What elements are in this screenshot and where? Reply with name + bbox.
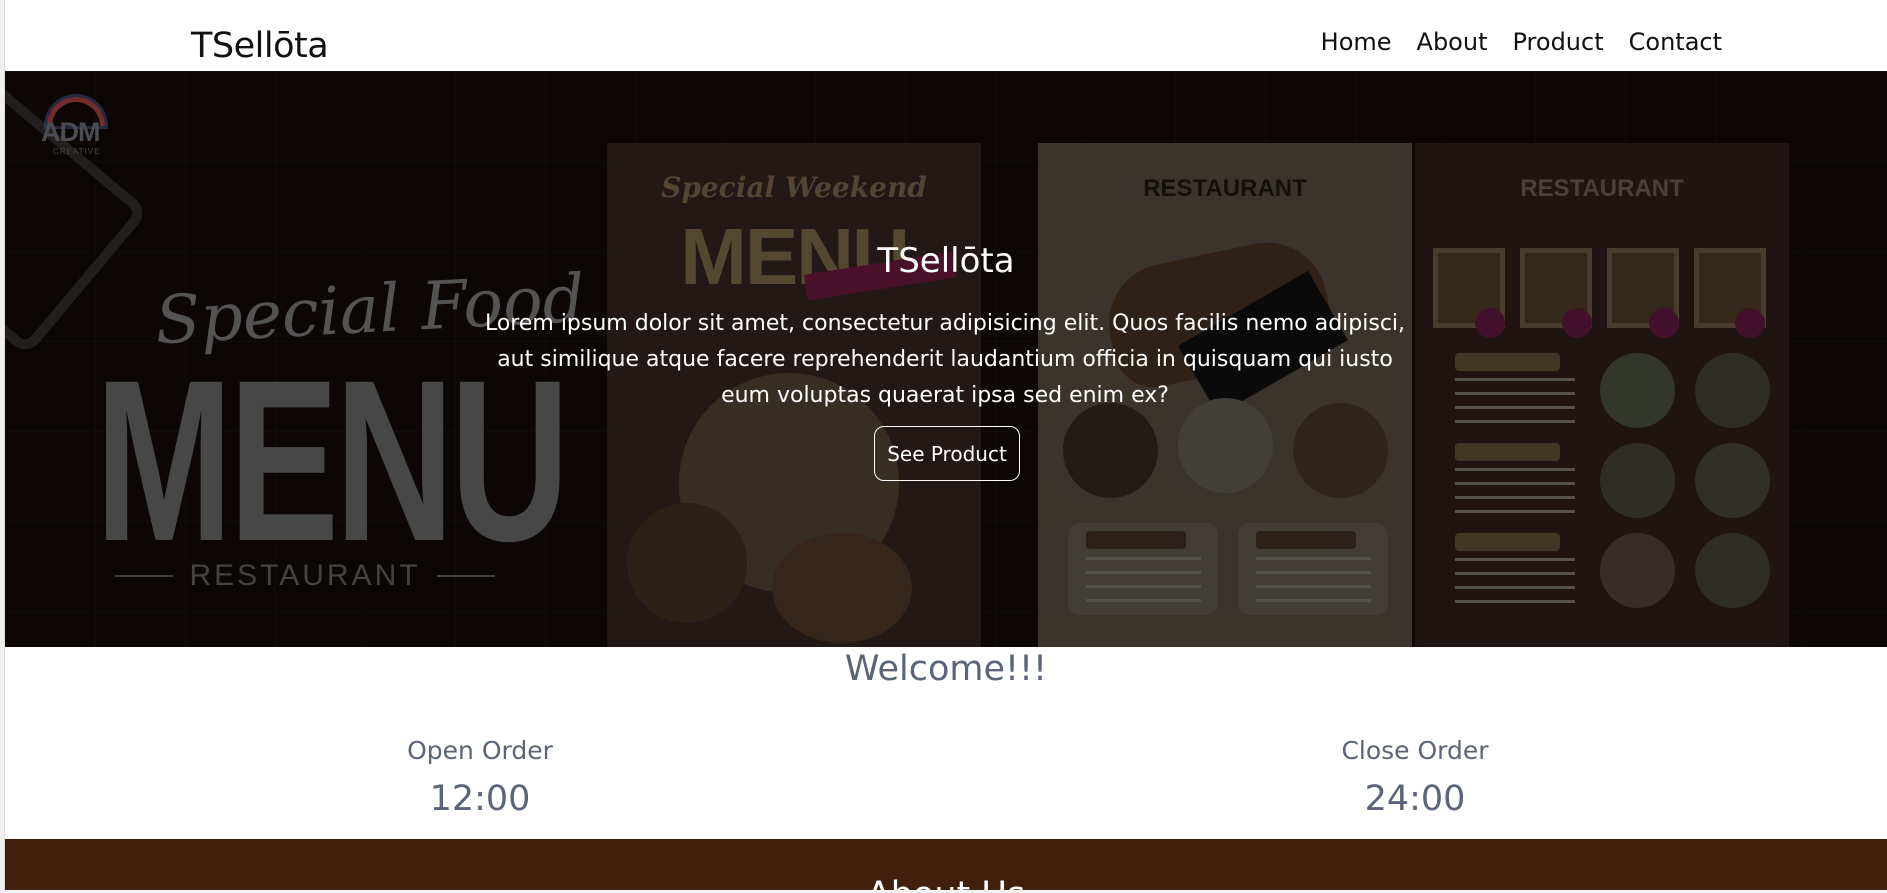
hero-section: ADM CREATIVE Special Food MENU RESTAURAN… xyxy=(5,71,1887,647)
open-order-block: Open Order 12:00 xyxy=(380,736,580,819)
hero-description: Lorem ipsum dolor sit amet, consectetur … xyxy=(484,311,1406,408)
about-title: About Us xyxy=(5,875,1887,890)
see-product-button[interactable]: See Product xyxy=(874,426,1020,481)
nav-contact[interactable]: Contact xyxy=(1629,28,1722,56)
nav-product[interactable]: Product xyxy=(1513,28,1604,56)
open-order-label: Open Order xyxy=(407,736,553,765)
close-order-block: Close Order 24:00 xyxy=(1315,736,1515,819)
open-order-time: 12:00 xyxy=(429,779,531,819)
hero-content: TSellōta Lorem ipsum dolor sit amet, con… xyxy=(5,71,1887,647)
hero-title: TSellōta xyxy=(877,241,1015,281)
nav-home[interactable]: Home xyxy=(1321,28,1392,56)
navbar: TSellōta Home About Product Contact xyxy=(5,0,1887,71)
close-order-time: 24:00 xyxy=(1364,779,1466,819)
close-order-label: Close Order xyxy=(1341,736,1489,765)
main-nav: Home About Product Contact xyxy=(1321,28,1722,56)
brand-logo[interactable]: TSellōta xyxy=(191,26,329,66)
about-section: About Us xyxy=(5,839,1887,890)
nav-about[interactable]: About xyxy=(1417,28,1488,56)
welcome-heading: Welcome!!! xyxy=(844,649,1048,689)
